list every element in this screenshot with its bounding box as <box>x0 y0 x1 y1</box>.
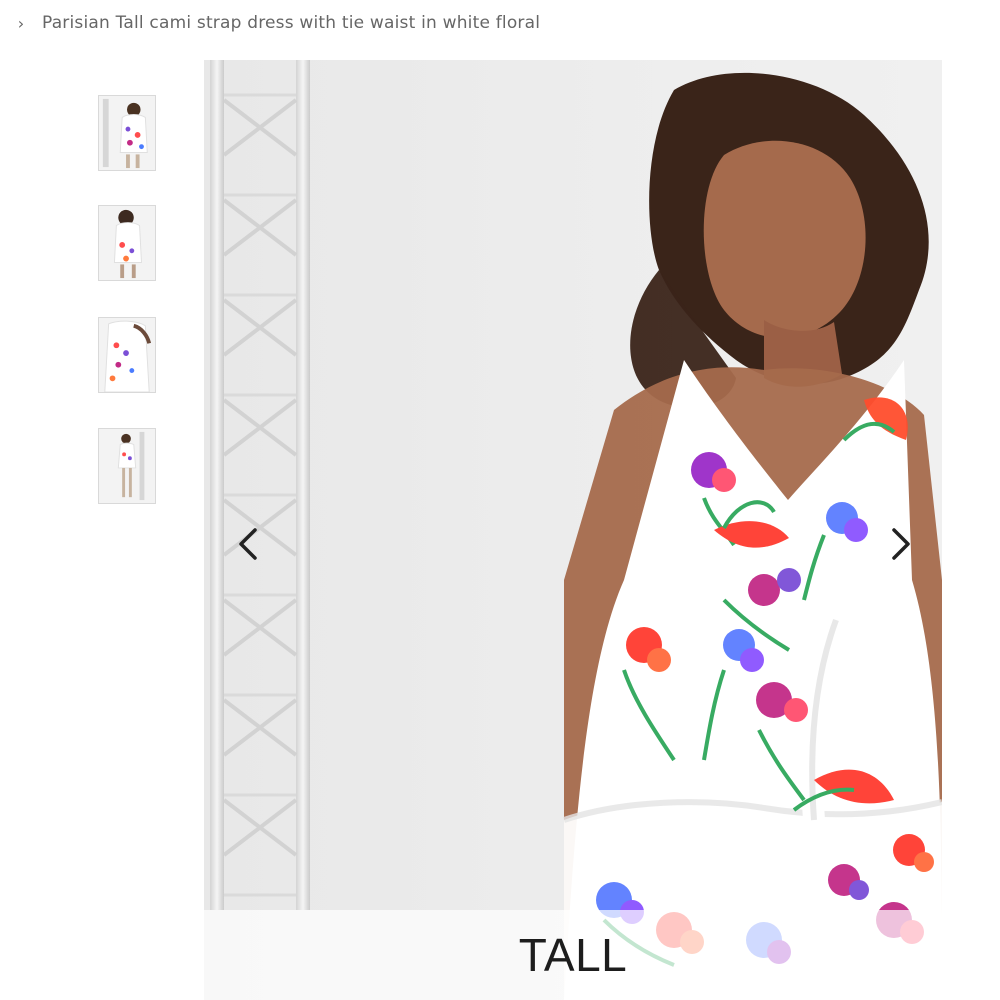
breadcrumb: › Parisian Tall cami strap dress with ti… <box>16 10 540 36</box>
gallery-prev-button[interactable] <box>227 522 271 566</box>
product-page: › Parisian Tall cami strap dress with ti… <box>0 0 1000 1000</box>
chevron-right-icon <box>892 528 910 560</box>
breadcrumb-current: Parisian Tall cami strap dress with tie … <box>42 13 541 33</box>
thumbnail-4[interactable] <box>98 428 156 504</box>
breadcrumb-separator: › <box>17 13 25 33</box>
product-image <box>204 60 942 1000</box>
tall-label: TALL <box>518 929 628 981</box>
image-overlay-band: TALL <box>204 910 942 1000</box>
thumbnail-1[interactable] <box>98 95 156 171</box>
thumbnail-2[interactable] <box>98 205 156 281</box>
chevron-left-icon <box>239 528 257 560</box>
thumbnail-3[interactable] <box>98 317 156 393</box>
gallery-next-button[interactable] <box>878 522 922 566</box>
